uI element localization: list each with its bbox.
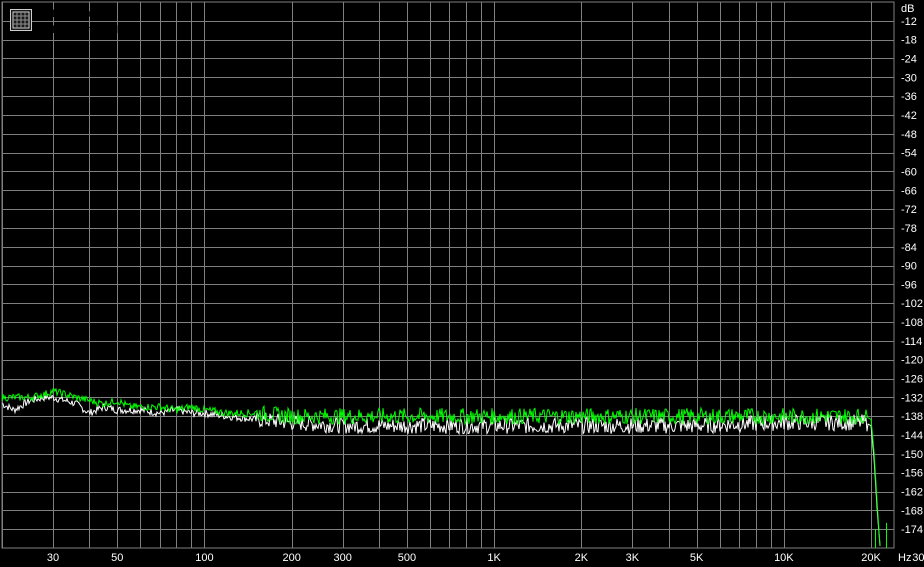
y-tick-label: -36 bbox=[901, 91, 917, 103]
y-tick-label: -138 bbox=[901, 411, 923, 423]
y-tick-label: -162 bbox=[901, 487, 923, 499]
x-tick-label: 50 bbox=[111, 552, 123, 564]
y-tick-label: -72 bbox=[901, 204, 917, 216]
x-tick-label: 20K bbox=[861, 552, 881, 564]
x-tick-label: 100 bbox=[195, 552, 213, 564]
x-tick-label: 3K bbox=[626, 552, 640, 564]
y-tick-label: -156 bbox=[901, 468, 923, 480]
y-tick-label: -108 bbox=[901, 317, 923, 329]
y-tick-label: -114 bbox=[901, 336, 922, 348]
y-tick-label: -150 bbox=[901, 449, 923, 461]
legend-label-left-channel: Left channel bbox=[52, 8, 112, 20]
x-tick-label: 30K bbox=[912, 552, 924, 564]
y-tick-label: -144 bbox=[901, 430, 923, 442]
x-tick-label: 5K bbox=[690, 552, 704, 564]
y-tick-label: -48 bbox=[901, 129, 917, 141]
y-tick-label: -132 bbox=[901, 392, 923, 404]
x-tick-label: 2K bbox=[575, 552, 589, 564]
y-tick-label: -30 bbox=[901, 72, 917, 84]
y-tick-label: -54 bbox=[901, 148, 917, 160]
y-tick-label: -90 bbox=[901, 261, 917, 273]
x-axis-unit-label: Hz bbox=[898, 552, 911, 564]
legend-grid-icon[interactable] bbox=[10, 9, 32, 31]
y-tick-label: -18 bbox=[901, 35, 917, 47]
x-tick-label: 30 bbox=[47, 552, 59, 564]
x-axis-ticks: 30 50 100 200 300 500 1K 2K 3K 5K 10K 20K 30K bbox=[47, 552, 924, 564]
plot-frame bbox=[1, 1, 895, 549]
y-tick-label: -102 bbox=[901, 298, 923, 310]
y-axis-ticks: -12 -18 -24 -30 -36 -42 -48 -54 -60 -66 -72 -78 -84 -… bbox=[901, 16, 923, 536]
series-layer bbox=[1, 388, 887, 548]
x-tick-label: 500 bbox=[398, 552, 416, 564]
y-tick-label: -168 bbox=[901, 505, 923, 517]
y-tick-label: -126 bbox=[901, 374, 923, 386]
x-tick-label: 10K bbox=[774, 552, 794, 564]
y-tick-label: -78 bbox=[901, 223, 917, 235]
y-tick-label: -60 bbox=[901, 166, 917, 178]
y-tick-label: -84 bbox=[901, 242, 917, 254]
y-tick-label: -96 bbox=[901, 279, 917, 291]
spectrum-plot: -12 -18 -24 -30 -36 -42 -48 -54 -60 -66 -72 -78 -84 -… bbox=[1, 1, 924, 564]
y-tick-label: -24 bbox=[901, 53, 917, 65]
y-tick-label: -120 bbox=[901, 355, 923, 367]
y-tick-label: -66 bbox=[901, 185, 917, 197]
x-tick-label: 1K bbox=[487, 552, 501, 564]
grid-lines bbox=[1, 1, 895, 549]
legend-label-right-channel: Right channel bbox=[52, 24, 120, 36]
y-axis-unit-label: dB bbox=[901, 3, 914, 15]
x-tick-label: 200 bbox=[283, 552, 301, 564]
y-tick-label: -42 bbox=[901, 110, 917, 122]
y-tick-label: -174 bbox=[901, 524, 923, 536]
y-tick-label: -12 bbox=[901, 16, 917, 28]
x-tick-label: 300 bbox=[334, 552, 352, 564]
